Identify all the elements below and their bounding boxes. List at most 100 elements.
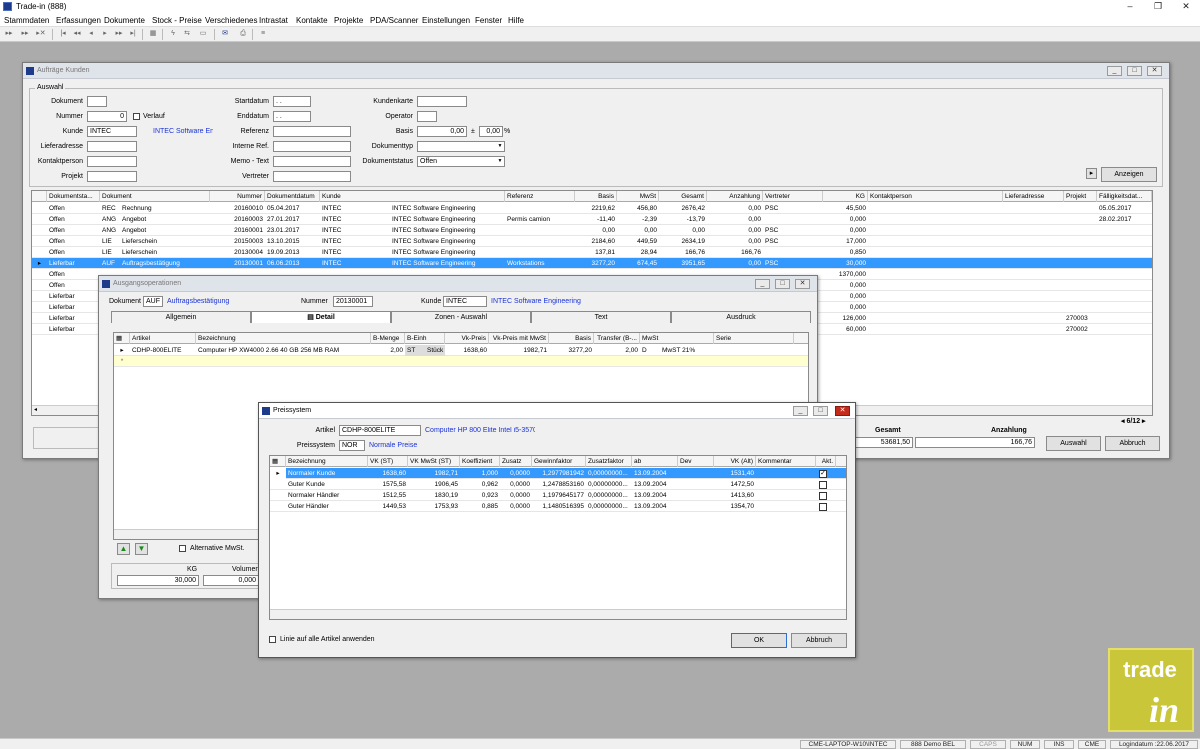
col-dokument[interactable]: Dokument	[100, 191, 210, 202]
col-gesamt[interactable]: Gesamt	[659, 191, 707, 202]
ausgang-kunde-input[interactable]: INTEC	[443, 296, 487, 307]
referenz-input[interactable]	[273, 126, 351, 137]
col-vk-preis[interactable]: Vk-Preis	[445, 333, 489, 344]
table-row[interactable]: Offen LIE Lieferschein 20130004 19.09.2013 IN…	[32, 247, 1152, 258]
col-vk-preis-mwst[interactable]: Vk-Preis mit MwSt	[489, 333, 549, 344]
tab-zonen-auswahl[interactable]: Zonen - Auswahl	[391, 311, 531, 323]
restore-icon[interactable]: ❐	[1144, 0, 1172, 13]
close-icon[interactable]: ✕	[1147, 66, 1162, 76]
col-bezeichnung[interactable]: Bezeichnung	[286, 456, 368, 467]
last-record-icon[interactable]: ▸|	[128, 29, 138, 39]
menu-einstellungen[interactable]: Einstellungen	[422, 16, 470, 25]
enddatum-input[interactable]: . .	[273, 111, 311, 122]
minimize-icon[interactable]: _	[1107, 66, 1122, 76]
dokumentstatus-select[interactable]: Offen ▼	[417, 156, 505, 167]
col-b-einh[interactable]: B-Einh	[405, 333, 445, 344]
lieferadresse-input[interactable]	[87, 141, 137, 152]
col-kunde[interactable]: Kunde	[320, 191, 505, 202]
verlauf-checkbox[interactable]	[133, 113, 140, 120]
close-icon[interactable]: ✕	[1172, 0, 1200, 13]
alt-mwst-checkbox[interactable]	[179, 545, 186, 552]
new-record-icon[interactable]: ▸▸	[4, 29, 14, 39]
scroll-left-icon[interactable]: ◂	[34, 406, 37, 413]
first-record-icon[interactable]: |◂	[58, 29, 68, 39]
lightning-icon[interactable]: ϟ	[168, 29, 178, 39]
memo-text-input[interactable]	[273, 156, 351, 167]
prev-page-icon[interactable]: ◂◂	[72, 29, 82, 39]
kontaktperson-input[interactable]	[87, 156, 137, 167]
next-record-icon[interactable]: ▸	[100, 29, 110, 39]
col-b-menge[interactable]: B-Menge	[371, 333, 405, 344]
akt-checkbox[interactable]	[819, 481, 827, 489]
menu-intrastat[interactable]: Intrastat	[259, 16, 288, 25]
table-row[interactable]: ▸ Lieferbar AUF Auftragsbestätigung 20130001…	[32, 258, 1152, 269]
abbruch-button[interactable]: Abbruch	[1105, 436, 1160, 451]
col-referenz[interactable]: Referenz	[505, 191, 575, 202]
minimize-icon[interactable]: _	[793, 406, 808, 416]
maximize-icon[interactable]: □	[775, 279, 790, 289]
col-faelligkeitsdatum[interactable]: Fälligkeitsdat...	[1097, 191, 1152, 202]
col-gewinnfaktor[interactable]: Gewinnfaktor	[532, 456, 586, 467]
vertreter-input[interactable]	[273, 171, 351, 182]
kunde-input[interactable]: INTEC	[87, 126, 137, 137]
preis-abbruch-button[interactable]: Abbruch	[791, 633, 847, 648]
col-vk-mwst-st[interactable]: VK MwSt (ST)	[408, 456, 460, 467]
menu-verschiedenes[interactable]: Verschiedenes	[205, 16, 257, 25]
col-basis[interactable]: Basis	[575, 191, 617, 202]
table-row[interactable]: Normaler Händler 1512,55 1830,19 0,923 0,000…	[270, 490, 846, 501]
col-vertreter[interactable]: Vertreter	[763, 191, 823, 202]
print-icon[interactable]: ⎙	[238, 29, 248, 39]
col-kommentar[interactable]: Kommentar	[756, 456, 816, 467]
col-mwst[interactable]: MwSt	[640, 333, 714, 344]
prev-record-icon[interactable]: ◂	[86, 29, 96, 39]
tab-detail[interactable]: ▤ Detail	[251, 311, 391, 323]
akt-checkbox[interactable]: ✓	[819, 470, 827, 478]
minimize-icon[interactable]: _	[755, 279, 770, 289]
table-row[interactable]: Offen ANG Angebot 20160001 23.01.2017 INTEC IN…	[32, 225, 1152, 236]
col-projekt[interactable]: Projekt	[1064, 191, 1097, 202]
anzeigen-button[interactable]: Anzeigen	[1101, 167, 1157, 182]
col-transfer[interactable]: Transfer (B-...	[594, 333, 640, 344]
menu-dokumente[interactable]: Dokumente	[104, 16, 145, 25]
move-down-icon[interactable]: ▼	[135, 543, 148, 555]
tab-ausdruck[interactable]: Ausdruck	[671, 311, 811, 323]
col-artikel[interactable]: Artikel	[130, 333, 196, 344]
table-row[interactable]: Offen LIE Lieferschein 20150003 13.10.2015 IN…	[32, 236, 1152, 247]
dokument-input[interactable]	[87, 96, 107, 107]
preissystem-input[interactable]: NOR	[339, 440, 365, 451]
close-icon[interactable]: ✕	[835, 406, 850, 416]
tab-allgemein[interactable]: Allgemein	[111, 311, 251, 323]
dokumenttyp-select[interactable]: ▼	[417, 141, 505, 152]
table-row[interactable]: ▸ CDHP-800ELITE Computer HP XW4000 2.66 …	[114, 345, 808, 356]
grid-settings-icon[interactable]: ▦	[114, 333, 130, 344]
col-zusatz[interactable]: Zusatz	[500, 456, 532, 467]
move-up-icon[interactable]: ▲	[117, 543, 130, 555]
col-kg[interactable]: KG	[823, 191, 868, 202]
menu-erfassungen[interactable]: Erfassungen	[56, 16, 101, 25]
auswahl-button[interactable]: Auswahl	[1046, 436, 1101, 451]
operator-input[interactable]	[417, 111, 437, 122]
transfer-icon[interactable]: ⇆	[182, 29, 192, 39]
table-row[interactable]: ▸ Normaler Kunde 1638,60 1982,71 1,000 0,0000…	[270, 468, 846, 479]
calculator-icon[interactable]: ▦	[148, 29, 158, 39]
kundenkarte-input[interactable]	[417, 96, 467, 107]
next-page-icon[interactable]: ▸▸	[114, 29, 124, 39]
table-row[interactable]: Offen ANG Angebot 20160003 27.01.2017 INTEC IN…	[32, 214, 1152, 225]
close-icon[interactable]: ✕	[795, 279, 810, 289]
menu-fenster[interactable]: Fenster	[475, 16, 502, 25]
ausgang-dokument-input[interactable]: AUF	[143, 296, 163, 307]
basis-input[interactable]: 0,00	[417, 126, 467, 137]
col-koeffizient[interactable]: Koeffizient	[460, 456, 500, 467]
grid-settings-icon[interactable]: ▦	[270, 456, 286, 467]
table-row[interactable]: Guter Händler 1449,53 1753,93 0,885 0,0000 1,…	[270, 501, 846, 512]
basis-percent-input[interactable]: 0,00	[479, 126, 503, 137]
col-bezeichnung[interactable]: Bezeichnung	[196, 333, 371, 344]
col-lieferadresse[interactable]: Lieferadresse	[1003, 191, 1064, 202]
akt-checkbox[interactable]	[819, 492, 827, 500]
akt-checkbox[interactable]	[819, 503, 827, 511]
table-row[interactable]: Guter Kunde 1575,58 1906,45 0,962 0,0000 1,24…	[270, 479, 846, 490]
col-kontaktperson[interactable]: Kontaktperson	[868, 191, 1003, 202]
col-nummer[interactable]: Nummer	[210, 191, 265, 202]
maximize-icon[interactable]: □	[813, 406, 828, 416]
menu-hilfe[interactable]: Hilfe	[508, 16, 524, 25]
